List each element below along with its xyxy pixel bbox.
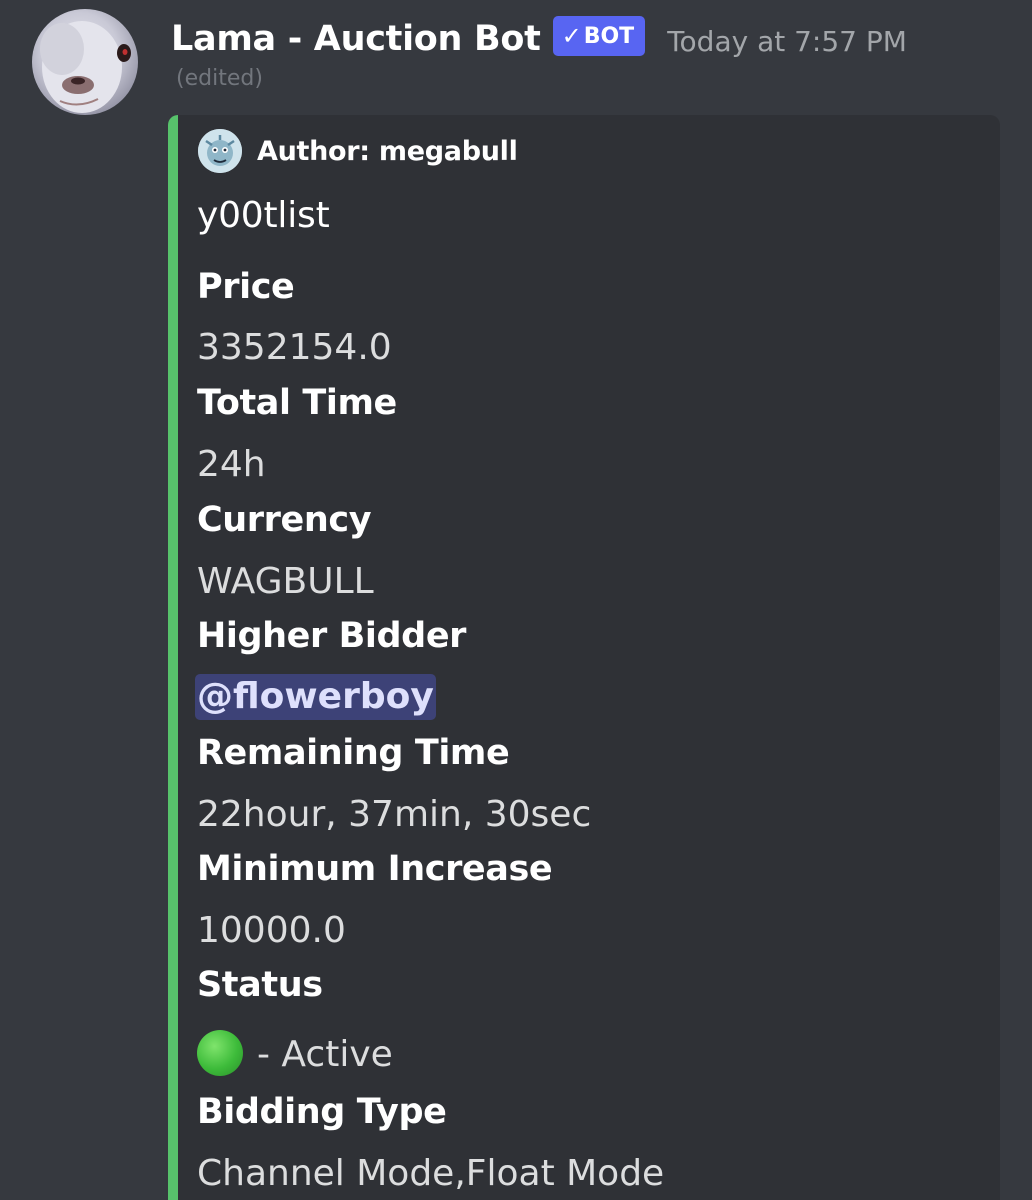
field-value-total-time: 24h	[197, 444, 266, 485]
timestamp[interactable]: Today at 7:57 PM	[667, 25, 907, 58]
field-value-remaining-time: 22hour, 37min, 30sec	[197, 794, 592, 835]
field-value-bidding-type: Channel Mode,Float Mode	[197, 1153, 665, 1194]
bot-tag: ✓ BOT	[552, 16, 646, 56]
bot-message: Lama - Auction Bot ✓ BOT Today at 7:57 P…	[0, 0, 1032, 1200]
field-value-minimum-increase: 10000.0	[197, 910, 346, 951]
field-name-price: Price	[197, 267, 295, 307]
field-name-bidding-type: Bidding Type	[197, 1092, 447, 1132]
field-name-currency: Currency	[197, 500, 372, 540]
bot-tag-label: BOT	[583, 23, 635, 49]
message-header: Lama - Auction Bot ✓ BOT Today at 7:57 P…	[171, 12, 907, 66]
auction-embed: Author: megabull y00tlist Price 3352154.…	[168, 115, 1000, 1200]
username[interactable]: Lama - Auction Bot	[171, 19, 541, 59]
author-name: Author: megabull	[257, 135, 518, 167]
field-value-currency: WAGBULL	[197, 561, 374, 602]
field-value-higher-bidder: @flowerboy	[195, 674, 436, 720]
embed-title: y00tlist	[197, 195, 330, 236]
status-text: - Active	[257, 1034, 393, 1075]
green-circle-icon	[197, 1030, 243, 1076]
author-avatar-icon	[198, 129, 242, 173]
edited-label: (edited)	[176, 66, 263, 91]
user-mention[interactable]: @flowerboy	[195, 674, 436, 720]
embed-author: Author: megabull	[198, 129, 518, 173]
field-name-minimum-increase: Minimum Increase	[197, 849, 553, 889]
verified-check-icon: ✓	[561, 22, 582, 50]
field-value-price: 3352154.0	[197, 327, 392, 368]
llama-avatar-icon[interactable]	[32, 9, 138, 115]
field-name-higher-bidder: Higher Bidder	[197, 616, 467, 656]
field-name-status: Status	[197, 965, 323, 1005]
field-name-total-time: Total Time	[197, 383, 397, 423]
field-name-remaining-time: Remaining Time	[197, 733, 510, 773]
field-value-status: - Active	[197, 1030, 393, 1079]
